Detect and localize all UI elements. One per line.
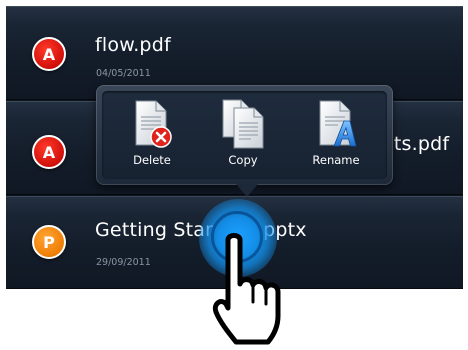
delete-document-icon — [128, 99, 176, 149]
pdf-icon-letter: A — [42, 142, 56, 162]
pdf-icon: A — [32, 37, 66, 71]
powerpoint-icon-letter: P — [43, 232, 55, 252]
context-menu: Delete Copy Rename — [96, 85, 393, 185]
pdf-icon: A — [32, 135, 66, 169]
file-name-start: Getting Star — [95, 219, 214, 241]
context-menu-pointer — [236, 184, 258, 197]
copy-document-icon — [219, 99, 267, 149]
rename-button[interactable]: Rename — [294, 93, 378, 175]
copy-button[interactable]: Copy — [201, 93, 285, 175]
tutorial-stage: A flow.pdf 04/05/2011 A ets.pdf P Gettin… — [0, 0, 468, 350]
file-name: flow.pdf — [95, 34, 171, 56]
delete-label: Delete — [133, 153, 171, 167]
powerpoint-icon: P — [32, 225, 66, 259]
delete-button[interactable]: Delete — [110, 93, 194, 175]
rename-label: Rename — [312, 153, 360, 167]
copy-label: Copy — [228, 153, 258, 167]
file-date: 04/05/2011 — [96, 68, 151, 79]
pdf-icon-letter: A — [42, 44, 56, 64]
file-date: 29/09/2011 — [96, 257, 151, 268]
rename-document-icon — [312, 99, 360, 149]
hand-pointer-icon — [212, 232, 286, 350]
